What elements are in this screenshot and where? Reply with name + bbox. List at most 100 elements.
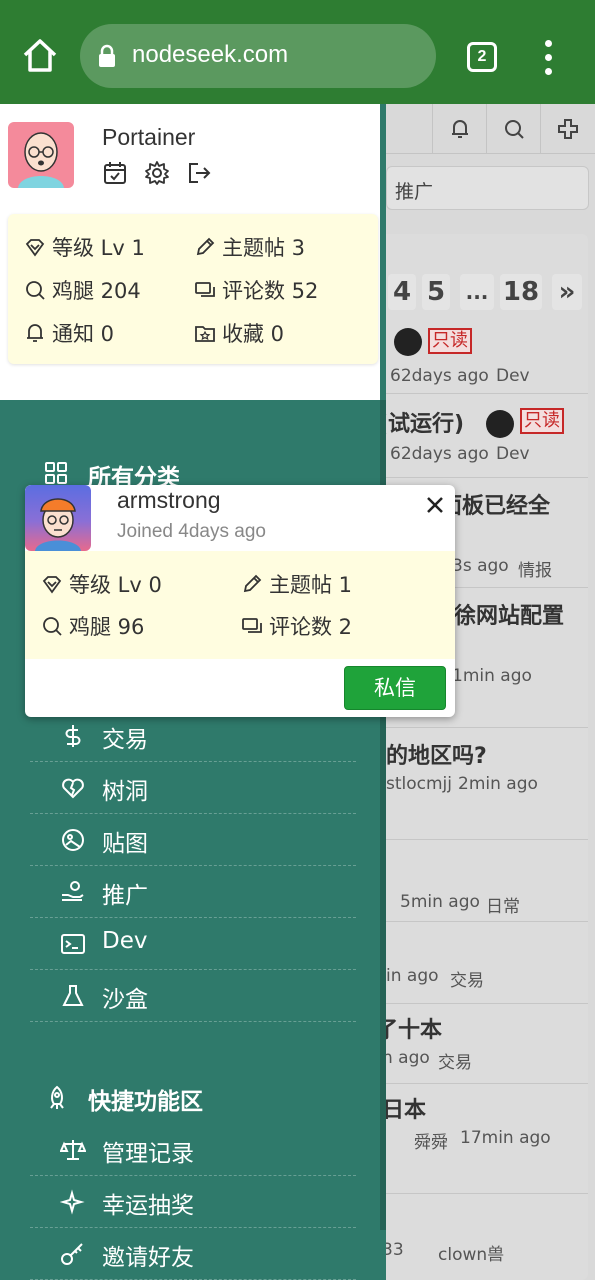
post-row[interactable]: 33 clown兽 xyxy=(380,1194,588,1280)
post-title[interactable]: (试运行) xyxy=(380,406,464,438)
quick-functions-label: 快捷功能区 xyxy=(88,1089,203,1115)
post-row[interactable]: 只读 62days ago Dev xyxy=(380,322,588,394)
page-ellipsis: ... xyxy=(460,274,494,310)
notifications-text: 通知 0 xyxy=(52,322,115,346)
post-category[interactable]: Dev xyxy=(496,366,530,386)
page-link[interactable]: 5 xyxy=(422,274,450,310)
quick-item-label: 管理记录 xyxy=(102,1141,194,1167)
page-link[interactable]: 18 xyxy=(500,274,542,310)
post-author[interactable]: clown兽 xyxy=(438,1240,504,1265)
user-popup-card: armstrong Joined 4days ago 等级 Lv 0 主题帖 1… xyxy=(25,485,455,717)
post-time: 3s ago xyxy=(452,556,509,576)
category-item-dev[interactable]: Dev xyxy=(30,918,356,970)
level-text: 等级 Lv 0 xyxy=(69,573,162,597)
drumstick-icon xyxy=(43,617,62,636)
post-category[interactable]: Dev xyxy=(496,444,530,464)
post-author[interactable]: 舜舜 xyxy=(414,1128,448,1153)
logout-icon[interactable] xyxy=(186,160,212,186)
sparkle-icon xyxy=(60,1189,85,1215)
post-row[interactable]: 了十本 n ago 交易 xyxy=(380,1004,588,1084)
comments-text: 评论数 52 xyxy=(222,279,319,303)
topics-text: 主题帖 1 xyxy=(269,573,353,597)
url-text: nodeseek.com xyxy=(132,41,289,68)
post-time: 1min ago xyxy=(452,666,532,686)
comments-icon xyxy=(195,282,215,297)
username[interactable]: Portainer xyxy=(102,124,195,151)
category-item-treehole[interactable]: 树洞 xyxy=(30,762,356,814)
user-panel: Portainer 等级 Lv 1 主题帖 3 鸡腿 204 评论数 52 通知… xyxy=(0,104,380,400)
pin-icon xyxy=(486,410,514,438)
comments-text: 评论数 2 xyxy=(269,615,353,639)
grid-icon xyxy=(45,462,67,484)
category-label: 沙盒 xyxy=(102,987,148,1013)
drumstick-icon xyxy=(26,281,45,300)
post-title[interactable]: 的地区吗? xyxy=(386,738,487,770)
category-label: 推广 xyxy=(102,883,148,909)
page-toolbar xyxy=(380,104,595,154)
pencil-icon xyxy=(196,237,215,256)
post-row[interactable]: in ago 交易 xyxy=(380,922,588,1004)
popup-stats: 等级 Lv 0 主题帖 1 鸡腿 96 评论数 2 xyxy=(25,551,455,659)
post-time: 5min ago xyxy=(400,892,480,912)
quick-item-lottery[interactable]: 幸运抽奖 xyxy=(30,1176,356,1228)
pencil-icon xyxy=(243,574,262,593)
post-row[interactable]: 的地区吗? stlocmjj 2min ago xyxy=(380,728,588,840)
address-bar[interactable]: nodeseek.com xyxy=(80,24,436,88)
post-category[interactable]: 日常 xyxy=(486,892,520,917)
post-title[interactable]: 面板已经全 xyxy=(440,488,550,520)
topics-text: 主题帖 3 xyxy=(222,236,306,260)
comments-icon xyxy=(242,618,262,633)
bell-icon xyxy=(27,324,43,342)
post-category[interactable]: 交易 xyxy=(450,966,484,991)
readonly-badge: 只读 xyxy=(520,408,564,434)
post-author[interactable]: stlocmjj xyxy=(386,774,452,794)
post-time: in ago xyxy=(386,966,439,986)
post-title[interactable]: 了十本 xyxy=(380,1012,442,1044)
quick-item-admin-log[interactable]: 管理记录 xyxy=(30,1124,356,1176)
search-text: 推广 xyxy=(395,181,434,203)
bell-icon[interactable] xyxy=(432,104,486,154)
post-row[interactable]: (试运行) 只读 62days ago Dev xyxy=(380,394,588,478)
pin-icon xyxy=(394,328,422,356)
post-time: 62days ago xyxy=(390,366,489,386)
post-category[interactable]: 交易 xyxy=(438,1048,472,1073)
flask-icon xyxy=(62,985,84,1006)
quick-item-label: 幸运抽奖 xyxy=(102,1193,194,1219)
close-icon[interactable] xyxy=(423,493,447,517)
private-message-button[interactable]: 私信 xyxy=(344,666,446,710)
avatar[interactable] xyxy=(25,485,91,551)
terminal-icon xyxy=(61,934,85,954)
post-row[interactable]: 5min ago 日常 xyxy=(380,840,588,922)
category-label: Dev xyxy=(102,928,148,954)
category-item-sandbox[interactable]: 沙盒 xyxy=(30,970,356,1022)
category-item-trade[interactable]: 交易 xyxy=(30,710,356,762)
avatar[interactable] xyxy=(8,122,74,188)
level-text: 等级 Lv 1 xyxy=(52,236,145,260)
image-icon xyxy=(62,829,84,851)
page-search-box[interactable]: 推广 xyxy=(386,166,589,210)
post-title[interactable]: 徐网站配置 xyxy=(454,598,564,630)
level-icon xyxy=(42,576,62,594)
hand-coin-icon xyxy=(62,881,84,901)
gear-icon[interactable] xyxy=(144,160,170,186)
post-row[interactable]: 日本 舜舜 17min ago xyxy=(380,1084,588,1194)
post-category[interactable]: 情报 xyxy=(518,556,552,581)
calendar-check-icon[interactable] xyxy=(102,160,128,186)
category-item-images[interactable]: 贴图 xyxy=(30,814,356,866)
browser-menu-icon[interactable] xyxy=(538,40,560,76)
next-page-link[interactable]: » xyxy=(552,274,582,310)
category-item-promotion[interactable]: 推广 xyxy=(30,866,356,918)
category-label: 贴图 xyxy=(102,831,148,857)
category-label: 树洞 xyxy=(102,779,148,805)
plus-icon[interactable] xyxy=(540,104,594,154)
post-title[interactable]: 日本 xyxy=(382,1092,426,1124)
tab-switcher-button[interactable]: 2 xyxy=(467,42,497,72)
chicken-text: 鸡腿 96 xyxy=(69,615,145,639)
search-icon[interactable] xyxy=(486,104,540,154)
heart-icon xyxy=(62,778,84,799)
page-link[interactable]: 4 xyxy=(388,274,416,310)
lock-icon xyxy=(98,44,116,68)
quick-item-invite[interactable]: 邀请好友 xyxy=(30,1228,356,1280)
home-icon[interactable] xyxy=(20,36,60,76)
popup-username[interactable]: armstrong xyxy=(117,487,221,514)
